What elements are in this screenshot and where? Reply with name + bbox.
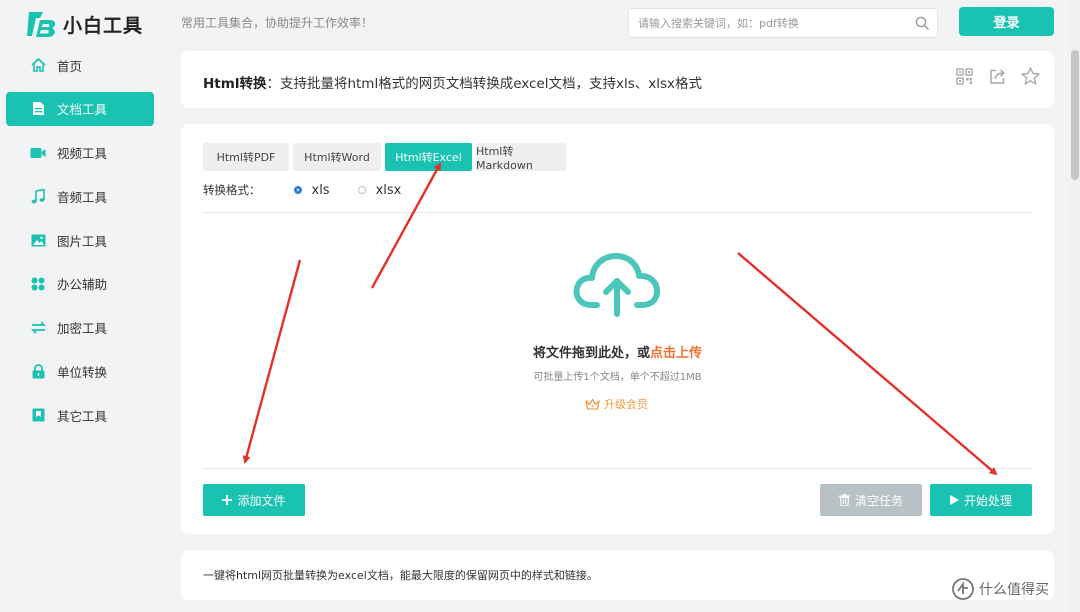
radio-xls[interactable] [293, 186, 302, 194]
clear-tasks-label: 清空任务 [854, 493, 903, 508]
star-icon[interactable] [1020, 66, 1040, 86]
start-processing-button[interactable]: 开始处理 [930, 484, 1032, 516]
add-file-label: 添加文件 [237, 493, 286, 508]
home-icon [30, 57, 46, 73]
login-button[interactable]: 登录 [959, 7, 1054, 36]
format-selector: 转换格式： xls xlsx [203, 182, 401, 198]
document-icon [30, 101, 46, 117]
slogan: 常用工具集合，协助提升工作效率！ [181, 16, 374, 30]
sidebar-item-label: 其它工具 [57, 408, 108, 424]
trash-icon [838, 494, 850, 506]
logo-text: 小白工具 [63, 14, 144, 37]
tab-html-to-markdown[interactable]: Html转Markdown [476, 143, 566, 172]
bookmark-icon [30, 407, 46, 423]
tab-html-to-excel[interactable]: Html转Excel [385, 143, 472, 171]
sidebar-item-document-tools[interactable]: 文档工具 [6, 91, 154, 126]
title-card: Html转换：支持批量将html格式的网页文档转换成excel文档，支持xls、… [181, 51, 1054, 108]
converter-panel: Html转PDF Html转Word Html转Excel Html转Markd… [181, 124, 1054, 534]
sidebar-item-label: 单位转换 [57, 365, 108, 381]
sidebar-item-encryption-tools[interactable]: 加密工具 [6, 311, 154, 345]
divider-bottom [203, 468, 1032, 469]
sidebar-item-other-tools[interactable]: 其它工具 [6, 398, 154, 432]
tab-html-to-word[interactable]: Html转Word [293, 143, 381, 171]
page-title-bold: Html转换 [203, 76, 267, 92]
page-title: Html转换：支持批量将html格式的网页文档转换成excel文档，支持xls、… [203, 72, 702, 92]
sidebar-item-audio-tools[interactable]: 音频工具 [6, 179, 154, 213]
title-actions [954, 66, 1040, 86]
video-icon [30, 145, 46, 161]
image-icon [30, 232, 46, 248]
sidebar-item-label: 文档工具 [57, 102, 108, 118]
upgrade-label: 升级会员 [604, 398, 648, 411]
upload-limit-text: 可批量上传1个文档，单个不超过1MB [533, 372, 702, 383]
sidebar-item-label: 图片工具 [57, 233, 108, 249]
radio-xlsx[interactable] [357, 186, 366, 194]
sidebar-item-image-tools[interactable]: 图片工具 [6, 223, 154, 257]
sidebar: 首页 文档工具 视频工具 音频工具 图片工具 办公辅助 加密工具 单位转换 其它… [6, 48, 154, 442]
sidebar-item-office-assist[interactable]: 办公辅助 [6, 267, 154, 301]
watermark-text: 什么值得买 [979, 582, 1049, 598]
start-processing-label: 开始处理 [963, 493, 1012, 508]
clear-tasks-button[interactable]: 清空任务 [820, 484, 922, 516]
scrollbar-thumb[interactable] [1071, 50, 1079, 180]
page-title-description: ：支持批量将html格式的网页文档转换成excel文档，支持xls、xlsx格式 [266, 76, 703, 92]
sidebar-item-video-tools[interactable]: 视频工具 [6, 136, 154, 170]
upgrade-member-link[interactable]: 升级会员 [585, 396, 648, 412]
description-card: 一键将html网页批量转换为excel文档，能最大限度的保留网页中的样式和链接。 [181, 550, 1054, 600]
drop-zone-prompt: 将文件拖到此处，或 [532, 346, 650, 361]
sidebar-item-label: 视频工具 [57, 146, 108, 162]
cloud-upload-icon[interactable] [571, 250, 663, 322]
logo[interactable]: 小白工具 [26, 6, 143, 42]
crown-icon [585, 397, 601, 411]
share-icon[interactable] [987, 66, 1007, 86]
tool-description: 一键将html网页批量转换为excel文档，能最大限度的保留网页中的样式和链接。 [203, 569, 598, 582]
format-label: 转换格式： [203, 183, 261, 197]
music-icon [30, 188, 46, 204]
watermark-logo-icon [952, 578, 974, 600]
logo-icon [27, 12, 56, 37]
sidebar-item-label: 办公辅助 [57, 277, 108, 293]
page-scrollbar[interactable] [1070, 0, 1080, 612]
plus-icon [222, 495, 233, 505]
sidebar-item-label: 加密工具 [57, 321, 108, 337]
drop-zone-text: 将文件拖到此处，或点击上传 [181, 342, 1054, 361]
swap-icon [30, 320, 46, 336]
sidebar-item-home[interactable]: 首页 [6, 48, 154, 82]
qrcode-icon[interactable] [954, 66, 974, 86]
lock-icon [30, 364, 46, 380]
grid-icon [30, 276, 46, 292]
radio-xls-label[interactable]: xls [312, 183, 330, 198]
search-input[interactable] [629, 9, 907, 37]
conversion-tabs: Html转PDF Html转Word Html转Excel Html转Markd… [203, 143, 566, 172]
divider-top [203, 212, 1032, 213]
sidebar-item-unit-conversion[interactable]: 单位转换 [6, 355, 154, 389]
search-box [628, 8, 938, 38]
tab-html-to-pdf[interactable]: Html转PDF [203, 143, 289, 171]
watermark: 什么值得买 [952, 578, 1049, 600]
radio-xlsx-label[interactable]: xlsx [376, 183, 402, 198]
sidebar-item-label: 音频工具 [57, 189, 108, 205]
sidebar-item-label: 首页 [57, 58, 83, 74]
add-file-button[interactable]: 添加文件 [203, 484, 305, 516]
play-icon [949, 495, 959, 505]
search-icon[interactable] [907, 9, 937, 37]
click-upload-link[interactable]: 点击上传 [650, 346, 702, 361]
